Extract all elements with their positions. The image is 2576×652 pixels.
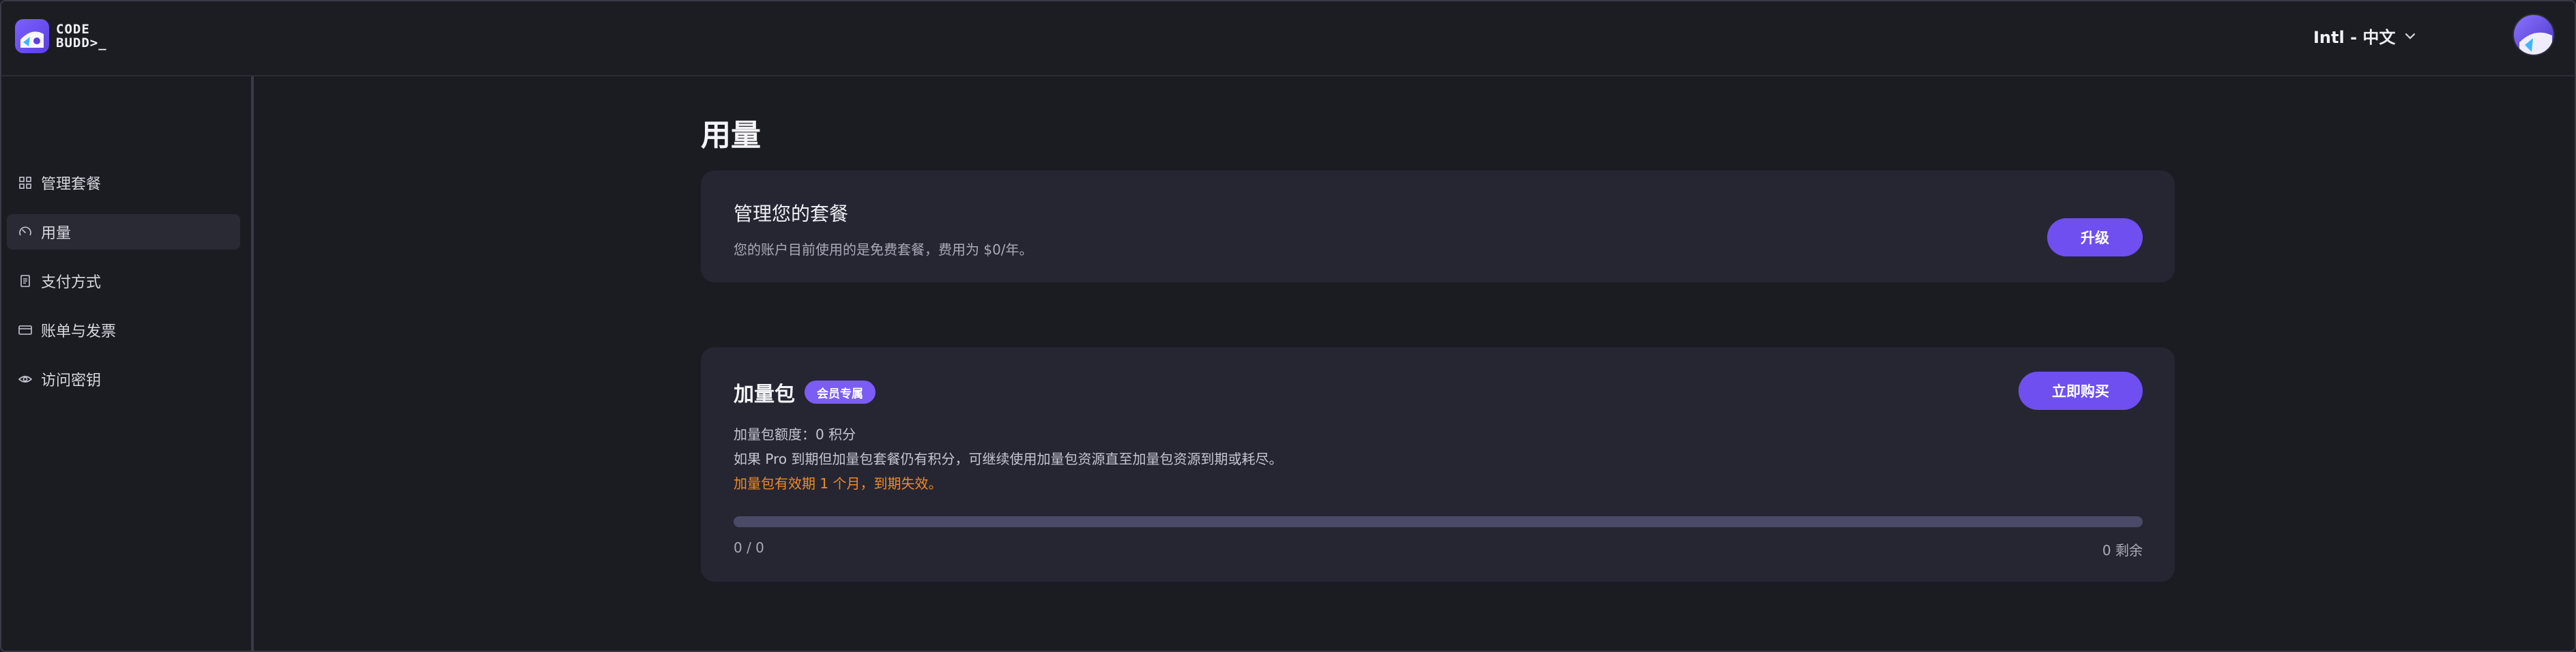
- addon-info: 如果 Pro 到期但加量包套餐仍有积分，可继续使用加量包资源直至加量包资源到期或…: [734, 451, 1283, 467]
- sidebar: 管理套餐 用量 支付方式 账单与发票 访问密钥: [1, 76, 254, 651]
- top-header: CODE BUDD>_ Intl - 中文: [1, 1, 2575, 76]
- plan-card: 管理您的套餐 您的账户目前使用的是免费套餐，费用为 $0/年。 升级: [701, 171, 2175, 282]
- logo[interactable]: CODE BUDD>_: [15, 19, 107, 53]
- addon-card: 加量包 会员专属 立即购买 加量包额度：0 积分 如果 Pro 到期但加量包套餐…: [701, 347, 2175, 582]
- addon-quota: 加量包额度：0 积分: [734, 426, 856, 443]
- plan-card-title: 管理您的套餐: [734, 203, 849, 225]
- sidebar-item-payment-method[interactable]: 支付方式: [7, 263, 240, 299]
- sidebar-item-label: 用量: [41, 225, 72, 242]
- addon-header: 加量包 会员专属: [734, 377, 875, 407]
- gauge-icon: [18, 224, 33, 239]
- buy-now-button[interactable]: 立即购买: [2018, 372, 2143, 410]
- plan-card-subtitle: 您的账户目前使用的是免费套餐，费用为 $0/年。: [734, 241, 1033, 258]
- member-badge: 会员专属: [805, 381, 875, 404]
- sidebar-nav: 管理套餐 用量 支付方式 账单与发票 访问密钥: [7, 165, 240, 411]
- addon-progress-text: 0 / 0: [734, 539, 764, 556]
- addon-warning: 加量包有效期 1 个月，到期失效。: [734, 475, 942, 492]
- language-selector[interactable]: Intl - 中文: [2313, 22, 2416, 49]
- sidebar-item-label: 管理套餐: [41, 176, 102, 193]
- addon-progress-bar: [734, 516, 2143, 527]
- sidebar-item-manage-plan[interactable]: 管理套餐: [7, 165, 240, 201]
- logo-line1: CODE: [56, 22, 90, 37]
- logo-icon: [15, 19, 49, 53]
- page-title: 用量: [701, 118, 761, 153]
- addon-remaining-text: 0 剩余: [2102, 542, 2143, 559]
- avatar-icon[interactable]: [2513, 14, 2555, 56]
- sidebar-item-label: 账单与发票: [41, 323, 117, 340]
- app-window: CODE BUDD>_ Intl - 中文 管理套餐 用量 支付方式 账单与发票…: [0, 0, 2576, 652]
- chevron-down-icon: [2405, 33, 2416, 40]
- sidebar-item-label: 访问密钥: [41, 372, 102, 389]
- receipt-icon: [18, 273, 33, 288]
- language-label: Intl - 中文: [2313, 27, 2396, 47]
- grid-icon: [18, 175, 33, 190]
- sidebar-item-billing-invoices[interactable]: 账单与发票: [7, 312, 240, 348]
- logo-text: CODE BUDD>_: [56, 23, 107, 50]
- logo-line2: BUDD>_: [56, 35, 107, 50]
- eye-icon: [18, 372, 33, 387]
- sidebar-item-label: 支付方式: [41, 274, 102, 291]
- upgrade-button[interactable]: 升级: [2047, 218, 2143, 256]
- sidebar-item-usage[interactable]: 用量: [7, 214, 240, 250]
- card-icon: [18, 323, 33, 338]
- sidebar-item-access-keys[interactable]: 访问密钥: [7, 361, 240, 397]
- addon-title: 加量包: [734, 383, 795, 406]
